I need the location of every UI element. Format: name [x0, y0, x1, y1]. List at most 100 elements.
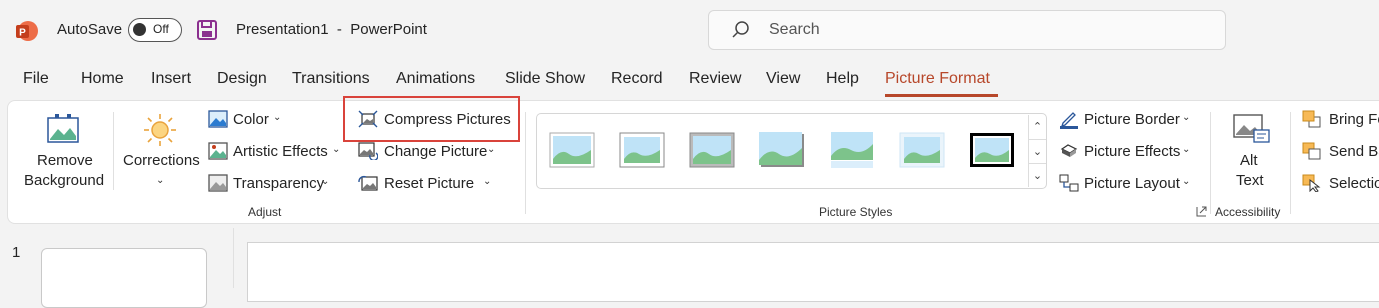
chevron-down-icon: ⌄ — [483, 176, 492, 187]
search-icon — [732, 21, 749, 38]
picture-layout-icon — [1059, 174, 1079, 192]
corrections-button[interactable]: Corrections ⌄ — [119, 108, 201, 194]
color-label: Color — [233, 111, 269, 128]
tab-insert[interactable]: Insert — [151, 70, 191, 88]
send-backward-label: Send Ba — [1329, 143, 1379, 160]
autosave-toggle[interactable]: Off — [128, 18, 182, 42]
reset-picture-button[interactable]: Reset Picture ⌄ — [356, 173, 502, 195]
pane-divider[interactable] — [233, 228, 234, 288]
change-picture-button[interactable]: Change Picture ⌄ — [356, 141, 502, 163]
chevron-down-icon: ⌄ — [321, 176, 330, 187]
selection-pane-button[interactable]: Selectio — [1302, 173, 1379, 195]
remove-background-button[interactable]: Remove Background — [14, 108, 112, 194]
selection-pane-label: Selectio — [1329, 175, 1379, 192]
artistic-effects-label: Artistic Effects — [233, 143, 328, 160]
remove-background-label-2: Background — [24, 172, 105, 189]
search-box[interactable]: Search — [708, 10, 1226, 50]
alt-text-icon — [1233, 114, 1270, 143]
pen-icon — [1060, 112, 1078, 129]
chevron-down-icon: ⌄ — [1182, 112, 1191, 123]
title-bar: P AutoSave Off Presentation1 - PowerPoin… — [0, 0, 1379, 62]
style-thumbnail[interactable] — [829, 132, 875, 168]
reset-picture-icon — [358, 175, 378, 191]
sun-icon — [144, 114, 176, 146]
chevron-down-icon: ⌄ — [487, 144, 496, 155]
slide-number: 1 — [12, 244, 21, 261]
picture-effects-label: Picture Effects — [1084, 143, 1181, 160]
remove-background-icon — [47, 114, 79, 143]
alt-text-button[interactable]: Alt Text — [1218, 108, 1282, 194]
toggle-knob — [133, 23, 146, 36]
separator — [525, 112, 526, 214]
separator — [1290, 112, 1291, 214]
style-thumbnail[interactable] — [899, 132, 945, 168]
tab-picture-format[interactable]: Picture Format — [885, 70, 990, 88]
slide-canvas[interactable] — [247, 242, 1379, 302]
transparency-icon — [208, 174, 228, 192]
picture-styles-group-label: Picture Styles — [819, 205, 893, 219]
bring-forward-label: Bring Fo — [1329, 111, 1379, 128]
picture-layout-button[interactable]: Picture Layout ⌄ — [1057, 173, 1197, 195]
tab-home[interactable]: Home — [81, 70, 124, 88]
chevron-down-icon: ⌄ — [332, 144, 341, 155]
style-thumbnail[interactable] — [619, 132, 665, 168]
change-picture-label: Change Picture — [384, 143, 488, 160]
adjust-group-label: Adjust — [248, 205, 282, 219]
bring-forward-button[interactable]: Bring Fo — [1302, 109, 1379, 131]
style-thumbnail[interactable] — [689, 132, 735, 168]
chevron-down-icon: ⌄ — [1182, 144, 1191, 155]
alt-text-label-1: Alt — [1240, 152, 1258, 169]
remove-background-label-1: Remove — [37, 152, 93, 169]
separator — [113, 112, 114, 190]
picture-effects-button[interactable]: Picture Effects ⌄ — [1057, 141, 1197, 163]
chevron-down-icon: ⌄ — [273, 112, 282, 123]
color-icon — [208, 110, 228, 128]
transparency-button[interactable]: Transparency ⌄ — [206, 173, 336, 195]
tab-transitions[interactable]: Transitions — [292, 70, 370, 88]
picture-effects-icon — [1060, 144, 1078, 157]
picture-border-label: Picture Border — [1084, 111, 1180, 128]
tab-slide-show[interactable]: Slide Show — [505, 70, 585, 88]
dialog-launcher-icon[interactable] — [1196, 206, 1207, 217]
autosave-state: Off — [153, 22, 169, 36]
selection-pane-icon — [1302, 174, 1321, 192]
alt-text-label-2: Text — [1236, 172, 1264, 189]
save-icon[interactable] — [196, 19, 218, 41]
bring-forward-icon — [1302, 110, 1321, 128]
chevron-down-icon: ⌄ — [1182, 176, 1191, 187]
tab-view[interactable]: View — [766, 70, 800, 88]
change-picture-icon — [358, 142, 378, 160]
chevron-down-icon: ⌄ — [156, 175, 165, 186]
slide-thumbnail[interactable] — [41, 248, 207, 308]
accessibility-group-label: Accessibility — [1215, 205, 1281, 219]
style-thumbnail[interactable] — [759, 132, 805, 168]
color-button[interactable]: Color ⌄ — [206, 109, 298, 131]
document-title: Presentation1 - PowerPoint — [236, 21, 427, 38]
style-thumbnail[interactable] — [969, 132, 1015, 168]
highlight-box — [343, 96, 520, 142]
svg-text:P: P — [19, 28, 26, 39]
transparency-label: Transparency — [233, 175, 325, 192]
gallery-scroll-up-button[interactable]: ⌃ — [1028, 115, 1046, 139]
artistic-effects-icon — [208, 142, 228, 160]
separator — [1210, 112, 1211, 214]
picture-border-button[interactable]: Picture Border ⌄ — [1057, 109, 1197, 131]
autosave-label: AutoSave — [57, 21, 123, 38]
search-placeholder: Search — [769, 21, 820, 38]
send-backward-button[interactable]: Send Ba — [1302, 141, 1379, 163]
artistic-effects-button[interactable]: Artistic Effects ⌄ — [206, 141, 346, 163]
picture-layout-label: Picture Layout — [1084, 175, 1180, 192]
tab-help[interactable]: Help — [826, 70, 859, 88]
style-thumbnail[interactable] — [549, 132, 595, 168]
tab-review[interactable]: Review — [689, 70, 741, 88]
tab-design[interactable]: Design — [217, 70, 267, 88]
picture-styles-gallery[interactable]: ⌃ ⌄ ⌄ — [536, 113, 1047, 189]
tab-record[interactable]: Record — [611, 70, 663, 88]
reset-picture-label: Reset Picture — [384, 175, 475, 192]
tab-animations[interactable]: Animations — [396, 70, 475, 88]
powerpoint-logo-icon: P — [16, 21, 38, 41]
gallery-scroll-down-button[interactable]: ⌄ — [1028, 139, 1046, 163]
gallery-more-button[interactable]: ⌄ — [1028, 163, 1046, 187]
corrections-label: Corrections — [123, 152, 200, 169]
tab-file[interactable]: File — [23, 70, 49, 88]
